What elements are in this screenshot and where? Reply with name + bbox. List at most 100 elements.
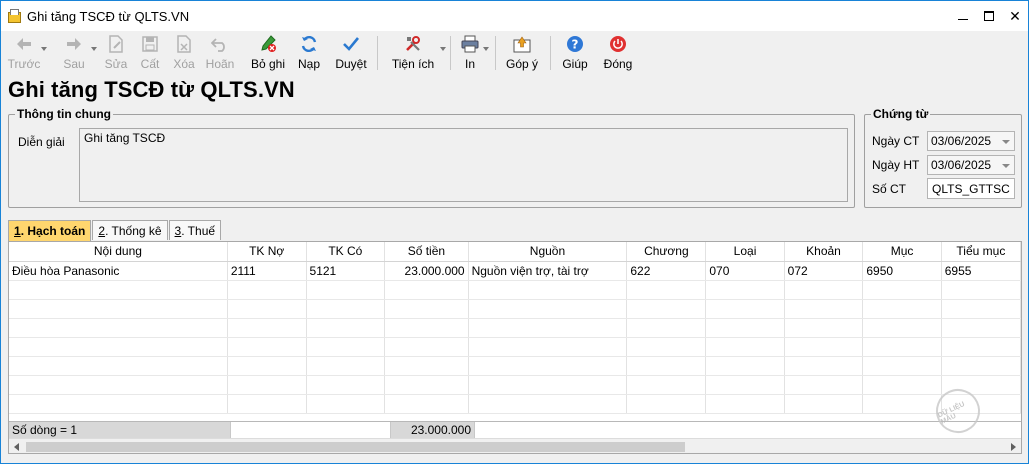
table-cell[interactable]: 622 (626, 261, 707, 281)
feedback-button[interactable]: Góp ý (500, 31, 544, 75)
title-bar: Ghi tăng TSCĐ từ QLTS.VN ✕ (1, 1, 1028, 31)
main-window: Ghi tăng TSCĐ từ QLTS.VN ✕ Trước Sau Sửa… (0, 0, 1029, 464)
voucher-date-value: 03/06/2025 (931, 134, 992, 148)
voucher-group: Chứng từ Ngày CT 03/06/2025 Ngày HT 03/0… (864, 107, 1022, 208)
empty-row[interactable] (9, 394, 1021, 414)
table-cell[interactable]: 2111 (227, 261, 307, 281)
empty-row[interactable] (9, 337, 1021, 357)
empty-row[interactable] (9, 375, 1021, 395)
voucher-title: Chứng từ (871, 107, 931, 121)
column-header[interactable]: Tiểu mục (941, 242, 1021, 262)
approve-button[interactable]: Duyệt (329, 31, 373, 75)
summary-row: Số dòng = 1 23.000.000 (9, 421, 1021, 438)
arrow-right-icon (64, 34, 84, 54)
detail-tabs: 1. Hạch toán 2. Thống kê 3. Thuế (8, 220, 222, 241)
column-header[interactable]: TK Có (306, 242, 386, 262)
table-cell[interactable]: 5121 (306, 261, 386, 281)
previous-button[interactable]: Trước (3, 31, 47, 75)
accounting-grid: Nội dung TK Nợ TK Có Số tiền Nguồn Chươn… (8, 241, 1022, 454)
utilities-button[interactable]: Tiện ích (386, 31, 446, 75)
undo-icon (210, 34, 230, 54)
column-header[interactable]: Chương (626, 242, 707, 262)
empty-row[interactable] (9, 280, 1021, 300)
delete-icon (174, 34, 194, 54)
minimize-button[interactable] (950, 1, 976, 31)
table-cell[interactable]: 6950 (862, 261, 942, 281)
tab-accounting[interactable]: 1. Hạch toán (8, 220, 92, 241)
close-icon: ✕ (1009, 8, 1021, 24)
close-button[interactable]: Đóng (597, 31, 639, 75)
toolbar-separator (550, 36, 551, 70)
general-info-title: Thông tin chung (15, 107, 113, 121)
window-title: Ghi tăng TSCĐ từ QLTS.VN (27, 8, 190, 24)
voucher-number-label: Số CT (872, 182, 907, 196)
horizontal-scrollbar[interactable] (9, 438, 1021, 453)
table-cell[interactable]: 072 (784, 261, 864, 281)
page-title: Ghi tăng TSCĐ từ QLTS.VN (8, 77, 295, 102)
column-header[interactable]: Loại (705, 242, 785, 262)
column-header[interactable]: Nguồn (468, 242, 628, 262)
maximize-icon (984, 11, 994, 21)
feedback-icon (512, 34, 532, 54)
row-count: Số dòng = 1 (9, 422, 231, 438)
unpost-icon (258, 34, 278, 54)
chevron-down-icon (1002, 140, 1010, 144)
delete-button[interactable]: Xóa (167, 31, 201, 75)
tools-icon (403, 34, 423, 54)
column-header[interactable]: Mục (862, 242, 942, 262)
posting-date-label: Ngày HT (872, 158, 920, 172)
posting-date-picker[interactable]: 03/06/2025 (927, 155, 1015, 175)
save-button[interactable]: Cất (133, 31, 167, 75)
toolbar-separator (377, 36, 378, 70)
scroll-left-icon[interactable] (14, 443, 19, 451)
dropdown-arrow-icon (41, 47, 47, 51)
voucher-number-input[interactable]: QLTS_GTTSC (927, 178, 1015, 199)
table-cell[interactable]: 070 (705, 261, 785, 281)
tab-statistics[interactable]: 2. Thống kê (92, 220, 168, 240)
refresh-icon (299, 34, 319, 54)
column-header[interactable]: Số tiền (384, 242, 469, 262)
reload-button[interactable]: Nạp (291, 31, 327, 75)
next-button[interactable]: Sau (53, 31, 97, 75)
tab-tax[interactable]: 3. Thuế (168, 220, 222, 240)
table-header-row: Nội dung TK Nợ TK Có Số tiền Nguồn Chươn… (9, 242, 1021, 262)
scroll-right-icon[interactable] (1011, 443, 1016, 451)
empty-row[interactable] (9, 318, 1021, 338)
dropdown-arrow-icon (483, 47, 489, 51)
window-controls: ✕ (950, 1, 1028, 31)
save-icon (140, 34, 160, 54)
dropdown-arrow-icon (91, 47, 97, 51)
dropdown-arrow-icon (440, 47, 446, 51)
svg-text:?: ? (572, 38, 579, 52)
general-info-group: Thông tin chung Diễn giải Ghi tăng TSCĐ (8, 107, 855, 208)
table-cell[interactable]: 23.000.000 (384, 261, 469, 281)
column-header[interactable]: TK Nợ (227, 242, 307, 262)
table-cell[interactable]: 6955 (941, 261, 1021, 281)
column-header[interactable]: Nội dung (9, 242, 228, 262)
power-icon (608, 34, 628, 54)
empty-row[interactable] (9, 299, 1021, 319)
table-cell[interactable]: Nguồn viện trợ, tài trợ (468, 261, 628, 281)
help-button[interactable]: ? Giúp (555, 31, 595, 75)
column-header[interactable]: Khoản (784, 242, 864, 262)
scrollbar-thumb[interactable] (26, 442, 685, 452)
chevron-down-icon (1002, 164, 1010, 168)
toolbar: Trước Sau Sửa Cất Xóa Hoãn Bỏ ghi Nạp Du… (1, 31, 1028, 75)
description-input[interactable]: Ghi tăng TSCĐ (79, 128, 848, 202)
maximize-button[interactable] (976, 1, 1002, 31)
unpost-button[interactable]: Bỏ ghi (245, 31, 291, 75)
app-icon (7, 9, 21, 23)
voucher-date-picker[interactable]: 03/06/2025 (927, 131, 1015, 151)
empty-row[interactable] (9, 356, 1021, 376)
close-window-button[interactable]: ✕ (1002, 1, 1028, 31)
arrow-left-icon (14, 34, 34, 54)
print-button[interactable]: In (453, 31, 489, 75)
table-row[interactable]: Điều hòa Panasonic 2111 5121 23.000.000 … (9, 261, 1021, 281)
edit-button[interactable]: Sửa (99, 31, 133, 75)
table-cell[interactable]: Điều hòa Panasonic (9, 261, 228, 281)
defer-button[interactable]: Hoãn (201, 31, 239, 75)
toolbar-separator (450, 36, 451, 70)
summary-blank (231, 422, 391, 438)
minimize-icon (958, 18, 968, 20)
help-icon: ? (565, 34, 585, 54)
